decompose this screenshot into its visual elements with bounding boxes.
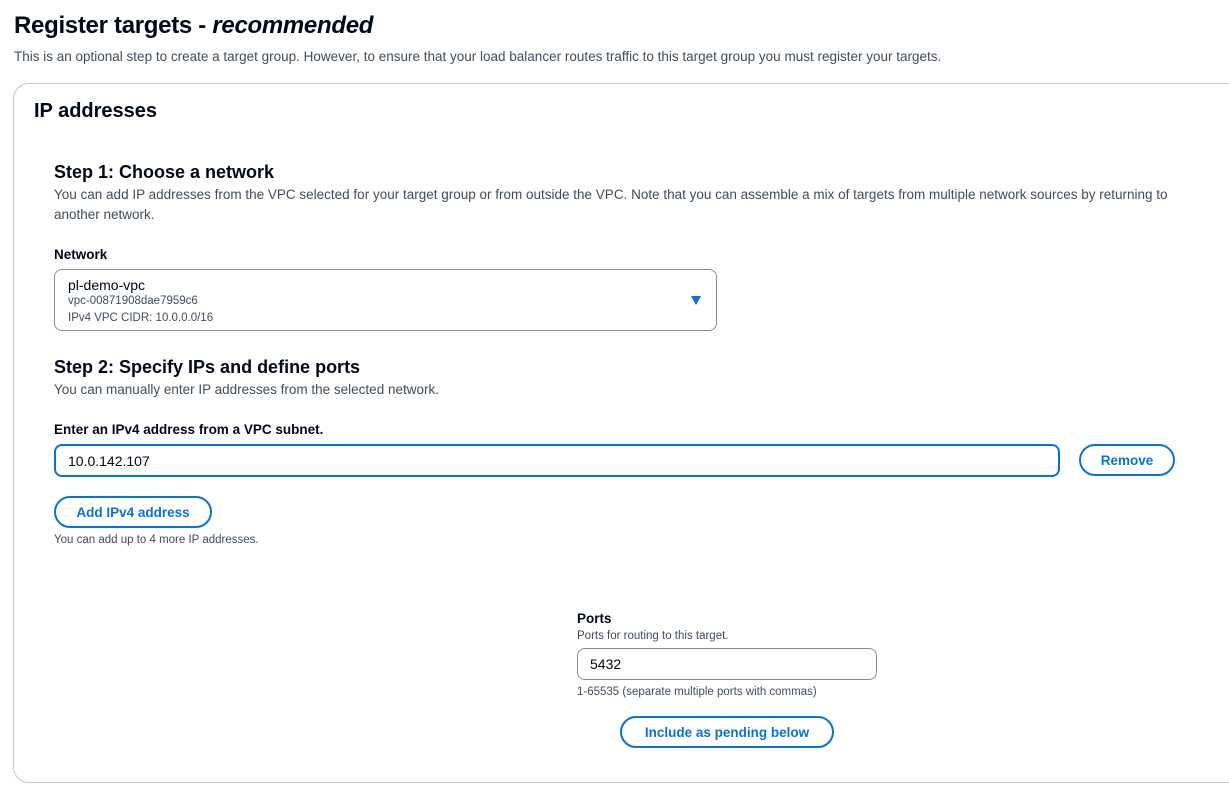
- page-description: This is an optional step to create a tar…: [14, 49, 942, 64]
- step1-description-line1: You can add IP addresses from the VPC se…: [54, 187, 1168, 202]
- container-title: IP addresses: [34, 100, 158, 122]
- page-title-main: Register targets -: [14, 12, 213, 39]
- step1-description-line2: another network.: [54, 207, 155, 222]
- step1-heading: Step 1: Choose a network: [54, 162, 275, 182]
- page-title: Register targets - recommended: [14, 12, 373, 40]
- network-select[interactable]: pl-demo-vpc vpc-00871908dae7959c6 IPv4 V…: [54, 269, 717, 331]
- step2-description: You can manually enter IP addresses from…: [54, 382, 439, 397]
- ports-label: Ports: [577, 611, 612, 626]
- network-name: pl-demo-vpc: [68, 277, 146, 293]
- add-ipv4-address-button[interactable]: Add IPv4 address: [54, 496, 212, 528]
- include-as-pending-button[interactable]: Include as pending below: [620, 716, 834, 748]
- step2-heading: Step 2: Specify IPs and define ports: [54, 357, 361, 377]
- network-vpc-id: vpc-00871908dae7959c6: [68, 295, 198, 307]
- page-title-emphasis: recommended: [212, 12, 374, 39]
- ip-address-label: Enter an IPv4 address from a VPC subnet.: [54, 422, 324, 437]
- caret-down-icon: [691, 296, 701, 305]
- remove-button[interactable]: Remove: [1079, 444, 1175, 476]
- add-ip-hint: You can add up to 4 more IP addresses.: [54, 534, 259, 546]
- ports-input[interactable]: [577, 648, 877, 680]
- ports-description: Ports for routing to this target.: [577, 630, 729, 642]
- ip-address-input[interactable]: [54, 444, 1060, 477]
- ports-constraint: 1-65535 (separate multiple ports with co…: [577, 686, 817, 698]
- network-cidr: IPv4 VPC CIDR: 10.0.0.0/16: [68, 312, 214, 324]
- network-label: Network: [54, 247, 108, 262]
